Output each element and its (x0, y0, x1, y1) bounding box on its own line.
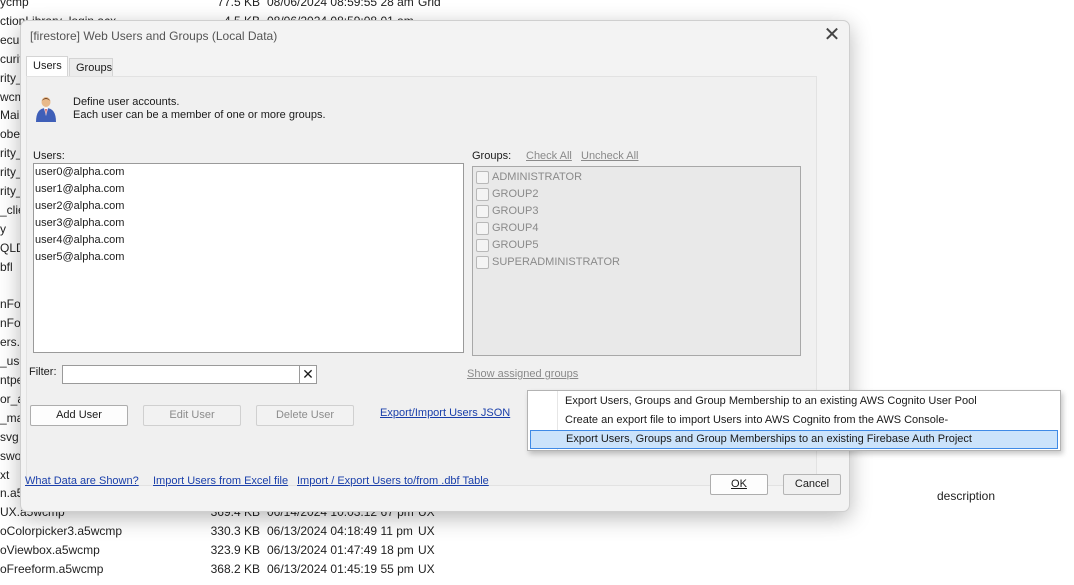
filter-input[interactable] (62, 365, 300, 384)
group-label: GROUP4 (492, 222, 539, 234)
file-type: UX (418, 562, 435, 576)
users-label: Users: (33, 150, 65, 162)
file-type: UX (418, 543, 435, 558)
file-name: y (0, 221, 6, 236)
file-size: 323.9 KB (210, 543, 260, 558)
file-date: 08/06/2024 08:59:55 28 am (267, 0, 414, 9)
group-checkbox[interactable] (476, 239, 489, 252)
group-label: ADMINISTRATOR (492, 171, 583, 183)
file-size: 330.3 KB (210, 524, 260, 539)
file-name: svg (0, 429, 19, 444)
import-export-dbf-link[interactable]: Import / Export Users to/from .dbf Table (297, 475, 489, 487)
file-date: 06/13/2024 01:47:49 18 pm (267, 543, 414, 558)
intro-line-2: Each user can be a member of one or more… (73, 109, 326, 121)
groups-checklist[interactable]: ADMINISTRATOR GROUP2 GROUP3 GROUP4 GROUP5 SUP… (472, 166, 801, 356)
check-all-link[interactable]: Check All (526, 150, 572, 162)
user-list-item[interactable]: user3@alpha.com (34, 215, 463, 232)
group-checkbox[interactable] (476, 205, 489, 218)
group-label: GROUP3 (492, 205, 539, 217)
groups-label: Groups: (472, 150, 512, 162)
file-name: oViewbox.a5wcmp (0, 543, 100, 558)
cancel-button-label: Cancel (794, 478, 830, 490)
ok-button[interactable]: OK (710, 474, 768, 495)
group-checkbox-item[interactable]: GROUP5 (473, 237, 800, 254)
cancel-button[interactable]: Cancel (783, 474, 841, 495)
filter-label: Filter: (29, 366, 57, 378)
uncheck-all-link[interactable]: Uncheck All (581, 150, 638, 162)
add-user-button-label: Add User (56, 409, 102, 421)
user-account-icon (36, 97, 56, 122)
group-checkbox-item[interactable]: GROUP2 (473, 186, 800, 203)
users-listbox[interactable]: user0@alpha.com user1@alpha.com user2@alph… (33, 163, 464, 353)
group-label: GROUP2 (492, 188, 539, 200)
file-date: 06/13/2024 04:18:49 11 pm (267, 524, 413, 539)
popup-menu-item[interactable]: Export Users, Groups and Group Membershi… (528, 392, 1060, 411)
file-date: 06/13/2024 01:45:19 55 pm (267, 562, 414, 576)
close-icon[interactable]: ✕ (821, 25, 843, 47)
group-checkbox[interactable] (476, 171, 489, 184)
delete-user-button[interactable]: Delete User (256, 405, 354, 426)
group-checkbox-item[interactable]: GROUP4 (473, 220, 800, 237)
add-user-button[interactable]: Add User (30, 405, 128, 426)
ok-button-label: OK (731, 478, 747, 490)
group-checkbox-item[interactable]: ADMINISTRATOR (473, 169, 800, 186)
file-name: bfl (0, 259, 13, 274)
popup-menu-item[interactable]: Create an export file to import Users in… (528, 411, 1060, 430)
file-name: ycmp (0, 0, 29, 9)
delete-user-button-label: Delete User (275, 409, 335, 421)
popup-menu-item[interactable]: Export Users, Groups and Group Membershi… (530, 430, 1058, 449)
tab-users[interactable]: Users (26, 56, 68, 77)
user-list-item[interactable]: user2@alpha.com (34, 198, 463, 215)
intro-line-1: Define user accounts. (73, 96, 180, 108)
edit-user-button[interactable]: Edit User (143, 405, 241, 426)
file-size: 77.5 KB (217, 0, 260, 9)
user-list-item[interactable]: user5@alpha.com (34, 249, 463, 266)
tab-groups[interactable]: Groups (69, 58, 113, 77)
group-checkbox[interactable] (476, 222, 489, 235)
user-list-item[interactable]: user0@alpha.com (34, 164, 463, 181)
what-data-shown-link[interactable]: What Data are Shown? (25, 475, 139, 487)
dialog-titlebar[interactable]: [firestore] Web Users and Groups (Local … (21, 21, 849, 53)
group-checkbox-item[interactable]: GROUP3 (473, 203, 800, 220)
group-label: GROUP5 (492, 239, 539, 251)
user-list-item[interactable]: user1@alpha.com (34, 181, 463, 198)
dialog-title: [firestore] Web Users and Groups (Local … (30, 29, 278, 43)
file-name: oFreeform.a5wcmp (0, 562, 104, 576)
file-name: oColorpicker3.a5wcmp (0, 524, 123, 539)
export-import-json-link[interactable]: Export/Import Users JSON (380, 407, 510, 419)
file-type: Grid (418, 0, 441, 9)
edit-user-button-label: Edit User (169, 409, 215, 421)
file-name: swo (0, 448, 22, 463)
group-checkbox[interactable] (476, 256, 489, 269)
file-name: xt (0, 467, 10, 482)
user-list-item[interactable]: user4@alpha.com (34, 232, 463, 249)
import-excel-link[interactable]: Import Users from Excel file (153, 475, 288, 487)
file-type: UX (418, 524, 435, 539)
clear-filter-icon[interactable]: ✕ (299, 365, 317, 384)
intro-text: Define user accounts. Each user can be a… (73, 96, 326, 122)
group-checkbox-item[interactable]: SUPERADMINISTRATOR (473, 254, 800, 271)
show-assigned-groups-link[interactable]: Show assigned groups (467, 368, 578, 380)
file-size: 368.2 KB (210, 562, 260, 576)
description-column-header: description (937, 489, 996, 503)
group-label: SUPERADMINISTRATOR (492, 256, 620, 268)
group-checkbox[interactable] (476, 188, 489, 201)
export-popup-menu: Export Users, Groups and Group Membershi… (527, 390, 1061, 451)
